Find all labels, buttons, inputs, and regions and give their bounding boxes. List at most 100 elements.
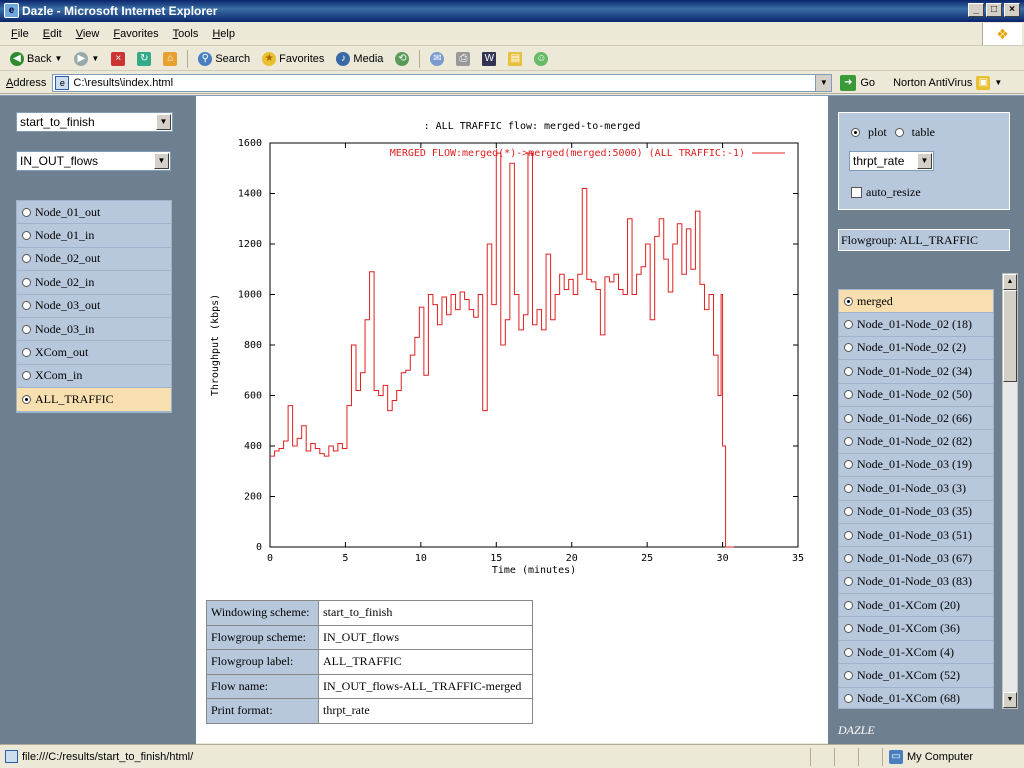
radio-item[interactable]: Node_01_in bbox=[17, 224, 171, 248]
discuss-button[interactable]: ▤ bbox=[504, 49, 526, 69]
radio-button[interactable] bbox=[22, 348, 31, 358]
radio-button[interactable] bbox=[844, 553, 853, 563]
chevron-down-icon[interactable]: ▼ bbox=[154, 153, 169, 169]
radio-button[interactable] bbox=[844, 413, 853, 423]
radio-button[interactable] bbox=[844, 694, 853, 704]
radio-button[interactable] bbox=[22, 301, 31, 311]
radio-item[interactable]: XCom_out bbox=[17, 341, 171, 365]
radio-button[interactable] bbox=[22, 371, 31, 381]
history-button[interactable]: ⟲ bbox=[391, 49, 413, 69]
menu-tools[interactable]: Tools bbox=[166, 28, 206, 40]
radio-item[interactable]: Node_01-Node_03 (67) bbox=[839, 547, 993, 571]
chevron-down-icon[interactable]: ▼ bbox=[917, 153, 932, 169]
radio-item[interactable]: Node_01-Node_03 (3) bbox=[839, 477, 993, 501]
windowing-select[interactable]: start_to_finish ▼ bbox=[16, 112, 173, 132]
close-icon[interactable]: × bbox=[1004, 3, 1020, 17]
go-button[interactable]: ➜ Go bbox=[840, 74, 875, 91]
radio-button[interactable] bbox=[844, 530, 853, 540]
flowgroup-scheme-select[interactable]: IN_OUT_flows ▼ bbox=[16, 151, 171, 171]
minimize-icon[interactable]: _ bbox=[968, 3, 984, 17]
radio-item[interactable]: Node_01-Node_02 (66) bbox=[839, 406, 993, 431]
back-button[interactable]: ◀ Back ▼ bbox=[6, 49, 66, 69]
radio-item[interactable]: XCom_in bbox=[17, 364, 171, 389]
radio-button[interactable] bbox=[844, 390, 853, 400]
maximize-icon[interactable]: □ bbox=[986, 3, 1002, 17]
radio-button[interactable] bbox=[844, 507, 853, 517]
mail-button[interactable]: ✉ bbox=[426, 49, 448, 69]
table-radio[interactable] bbox=[894, 128, 904, 137]
radio-button[interactable] bbox=[22, 394, 31, 404]
search-button[interactable]: ⚲ Search bbox=[194, 49, 254, 69]
stop-button[interactable]: × bbox=[107, 49, 129, 69]
media-button[interactable]: ♪ Media bbox=[332, 49, 387, 69]
radio-item[interactable]: Node_03_out bbox=[17, 294, 171, 318]
radio-button[interactable] bbox=[844, 670, 853, 680]
radio-item[interactable]: Node_01-XCom (4) bbox=[839, 640, 993, 665]
address-url[interactable]: C:\results\index.html bbox=[73, 77, 173, 89]
radio-item[interactable]: Node_02_out bbox=[17, 247, 171, 272]
radio-button[interactable] bbox=[844, 624, 853, 634]
radio-item[interactable]: Node_01-Node_02 (50) bbox=[839, 383, 993, 407]
radio-item[interactable]: Node_03_in bbox=[17, 317, 171, 342]
radio-button[interactable] bbox=[844, 320, 853, 330]
windowing-select-value: start_to_finish bbox=[20, 115, 95, 129]
norton-antivirus-button[interactable]: Norton AntiVirus ▣ ▼ bbox=[893, 75, 1002, 90]
radio-button[interactable] bbox=[22, 207, 31, 217]
radio-button[interactable] bbox=[844, 296, 853, 306]
radio-item[interactable]: ALL_TRAFFIC bbox=[17, 388, 171, 412]
radio-button[interactable] bbox=[844, 483, 853, 493]
radio-button[interactable] bbox=[22, 277, 31, 287]
radio-button[interactable] bbox=[844, 437, 853, 447]
radio-button[interactable] bbox=[844, 600, 853, 610]
chevron-down-icon[interactable]: ▼ bbox=[54, 54, 62, 63]
radio-item[interactable]: Node_01-Node_03 (51) bbox=[839, 523, 993, 548]
flow-list-scrollbar[interactable]: ▲ ▼ bbox=[1002, 273, 1018, 709]
radio-button[interactable] bbox=[844, 366, 853, 376]
radio-item[interactable]: Node_01-Node_03 (83) bbox=[839, 570, 993, 595]
plot-radio[interactable] bbox=[851, 128, 860, 137]
radio-button[interactable] bbox=[844, 343, 853, 353]
chevron-down-icon[interactable]: ▼ bbox=[91, 54, 99, 63]
auto-resize-checkbox[interactable] bbox=[851, 187, 862, 198]
radio-button[interactable] bbox=[844, 577, 853, 587]
radio-button[interactable] bbox=[22, 254, 31, 264]
radio-button[interactable] bbox=[844, 647, 853, 657]
radio-button[interactable] bbox=[22, 324, 31, 334]
print-button[interactable]: ⎙ bbox=[452, 49, 474, 69]
radio-item[interactable]: Node_01-Node_03 (19) bbox=[839, 453, 993, 478]
address-input[interactable]: e C:\results\index.html ▼ bbox=[52, 73, 833, 92]
radio-item[interactable]: merged bbox=[839, 290, 993, 314]
print-format-select[interactable]: thrpt_rate ▼ bbox=[849, 151, 934, 171]
radio-item[interactable]: Node_01-Node_02 (2) bbox=[839, 336, 993, 361]
radio-item[interactable]: Node_01-Node_03 (35) bbox=[839, 500, 993, 524]
forward-button[interactable]: ▶ ▼ bbox=[70, 49, 103, 69]
radio-item[interactable]: Node_01-XCom (36) bbox=[839, 617, 993, 641]
home-button[interactable]: ⌂ bbox=[159, 49, 181, 69]
radio-item[interactable]: Node_01-XCom (52) bbox=[839, 664, 993, 688]
radio-item[interactable]: Node_01-XCom (20) bbox=[839, 594, 993, 618]
radio-item[interactable]: Node_01_out bbox=[17, 201, 171, 225]
chevron-down-icon[interactable]: ▼ bbox=[156, 114, 171, 130]
radio-item[interactable]: Node_02_in bbox=[17, 271, 171, 295]
y-axis-label: Throughput (kbps) bbox=[210, 294, 221, 396]
radio-item[interactable]: Node_01-Node_02 (34) bbox=[839, 360, 993, 384]
menu-file[interactable]: File bbox=[4, 28, 36, 40]
chevron-down-icon[interactable]: ▼ bbox=[994, 78, 1002, 87]
messenger-button[interactable]: ☺ bbox=[530, 49, 552, 69]
radio-button[interactable] bbox=[22, 231, 31, 241]
scroll-up-icon[interactable]: ▲ bbox=[1003, 274, 1017, 290]
radio-item[interactable]: Node_01-Node_02 (18) bbox=[839, 313, 993, 337]
scroll-down-icon[interactable]: ▼ bbox=[1003, 692, 1017, 708]
menu-view[interactable]: View bbox=[69, 28, 107, 40]
scroll-thumb[interactable] bbox=[1003, 290, 1017, 382]
menu-help[interactable]: Help bbox=[205, 28, 242, 40]
radio-item[interactable]: Node_01-XCom (68) bbox=[839, 687, 993, 708]
refresh-button[interactable]: ↻ bbox=[133, 49, 155, 69]
edit-button[interactable]: W bbox=[478, 49, 500, 69]
chevron-down-icon[interactable]: ▼ bbox=[815, 74, 832, 91]
radio-item[interactable]: Node_01-Node_02 (82) bbox=[839, 430, 993, 454]
menu-edit[interactable]: Edit bbox=[36, 28, 69, 40]
radio-button[interactable] bbox=[844, 460, 853, 470]
menu-favorites[interactable]: Favorites bbox=[106, 28, 165, 40]
favorites-button[interactable]: ★ Favorites bbox=[258, 49, 328, 69]
